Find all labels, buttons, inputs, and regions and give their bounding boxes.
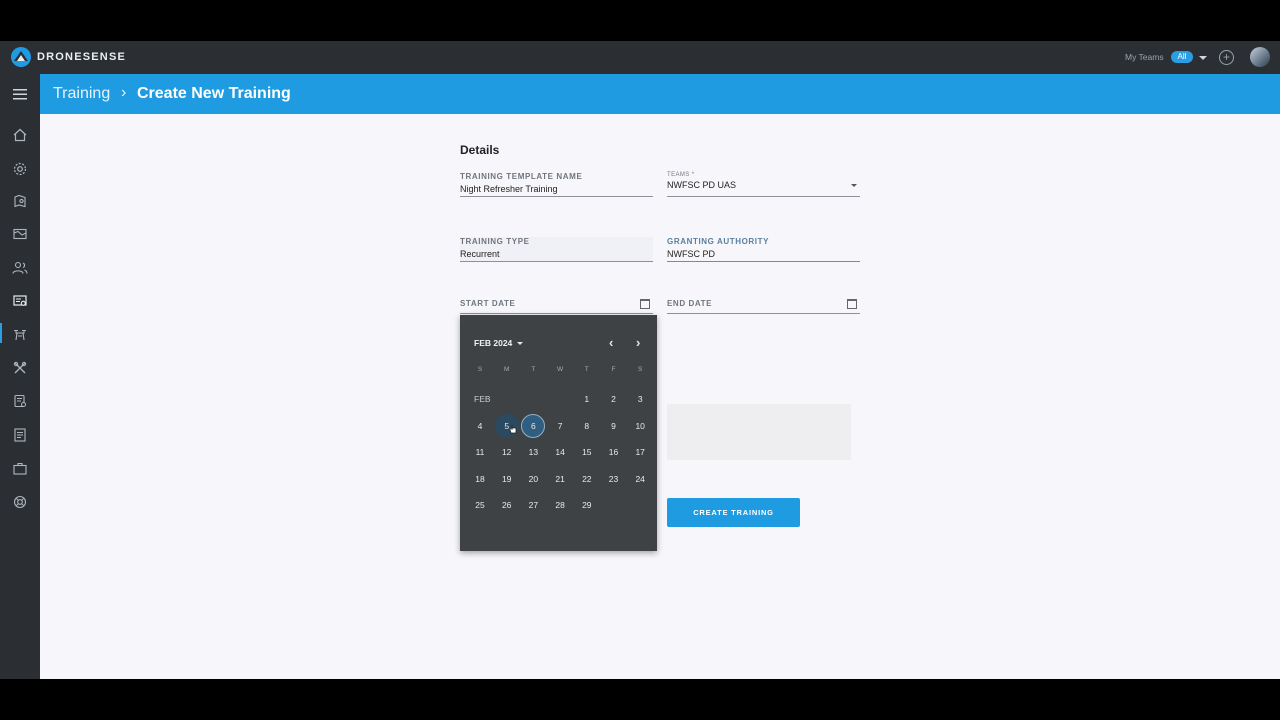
calendar-day[interactable]: 21 xyxy=(548,467,572,491)
weekday-header: W xyxy=(557,366,564,373)
hand-cursor-icon xyxy=(509,425,517,434)
calendar-day[interactable]: 23 xyxy=(602,467,626,491)
granting-authority-label: GRANTING AUTHORITY xyxy=(667,237,770,246)
document-icon[interactable] xyxy=(10,425,30,445)
sidebar xyxy=(0,74,40,679)
granting-authority-field[interactable]: GRANTING AUTHORITY NWFSC PD xyxy=(667,237,860,262)
app-name: DRONESENSE xyxy=(37,51,127,63)
page-header: Training › Create New Training xyxy=(40,74,1280,114)
create-training-button[interactable]: CREATE TRAINING xyxy=(667,498,800,527)
end-date-field[interactable]: END DATE xyxy=(667,299,860,314)
granting-authority-input[interactable]: NWFSC PD xyxy=(667,249,860,259)
calendar-day[interactable]: 12 xyxy=(495,440,519,464)
calendar-day[interactable]: 22 xyxy=(575,467,599,491)
teams-filter-badge[interactable]: All xyxy=(1171,51,1193,63)
weekday-header: S xyxy=(477,366,483,373)
calendar-icon[interactable] xyxy=(640,299,650,309)
calendar-day[interactable]: 17 xyxy=(628,440,652,464)
section-title: Details xyxy=(460,143,500,157)
teams-label: TEAMS * xyxy=(667,172,695,178)
teams-value[interactable]: NWFSC PD UAS xyxy=(667,180,860,190)
teams-select[interactable]: TEAMS * NWFSC PD UAS xyxy=(667,172,860,197)
date-picker: FEB 2024 ‹ › FEB S M T W T F S 1 2 3 4 5 6 7 8 9 10 11 12 1… xyxy=(460,315,657,551)
start-date-field[interactable]: START DATE xyxy=(460,299,653,314)
calendar-day[interactable]: 9 xyxy=(602,414,626,438)
training-type-select[interactable]: TRAINING TYPE Recurrent xyxy=(460,237,653,262)
template-name-field[interactable]: TRAINING TEMPLATE NAME Night Refresher T… xyxy=(460,172,653,197)
calendar-day[interactable]: 4 xyxy=(468,414,492,438)
start-date-label: START DATE xyxy=(460,299,516,308)
calendar-day[interactable]: 25 xyxy=(468,493,492,517)
badge-icon[interactable] xyxy=(10,391,30,411)
training-type-label: TRAINING TYPE xyxy=(460,237,530,246)
calendar-day[interactable]: 14 xyxy=(548,440,572,464)
calendar-day[interactable]: 3 xyxy=(628,387,652,411)
home-icon[interactable] xyxy=(10,125,30,145)
chevron-right-icon: › xyxy=(121,84,127,101)
tools-icon[interactable] xyxy=(10,358,30,378)
chevron-left-icon[interactable]: ‹ xyxy=(609,335,613,350)
calendar-day[interactable]: 1 xyxy=(575,387,599,411)
avatar[interactable] xyxy=(1250,47,1270,67)
template-name-label: TRAINING TEMPLATE NAME xyxy=(460,172,583,181)
app-window: DRONESENSE My Teams All + Training › Cre… xyxy=(0,41,1280,679)
create-training-form: Details TRAINING TEMPLATE NAME Night Ref… xyxy=(40,114,1280,679)
training-certificate-icon[interactable] xyxy=(10,291,30,311)
calendar-day[interactable]: 20 xyxy=(521,467,545,491)
chevron-right-icon[interactable]: › xyxy=(636,335,640,350)
briefcase-icon[interactable] xyxy=(10,458,30,478)
weekday-header: F xyxy=(611,366,616,373)
chevron-down-icon[interactable] xyxy=(851,184,857,187)
menu-icon[interactable] xyxy=(10,84,30,104)
training-type-value[interactable]: Recurrent xyxy=(460,249,653,259)
active-indicator xyxy=(0,323,2,343)
end-date-label: END DATE xyxy=(667,299,713,308)
add-icon[interactable]: + xyxy=(1219,50,1234,65)
calendar-day[interactable]: 16 xyxy=(602,440,626,464)
month-row-label: FEB xyxy=(474,394,491,404)
my-teams-label: My Teams xyxy=(1125,52,1164,62)
calendar-day[interactable]: 26 xyxy=(495,493,519,517)
calendar-day[interactable]: 19 xyxy=(495,467,519,491)
calendar-day[interactable]: 13 xyxy=(521,440,545,464)
calendar-day[interactable]: 15 xyxy=(575,440,599,464)
weekday-header: M xyxy=(503,366,510,373)
top-bar: DRONESENSE My Teams All + xyxy=(0,41,1280,74)
weekday-header: T xyxy=(584,366,589,373)
people-icon[interactable] xyxy=(10,258,30,278)
calendar-day[interactable]: 10 xyxy=(628,414,652,438)
drone-icon[interactable] xyxy=(10,325,30,345)
chevron-down-icon[interactable] xyxy=(1199,56,1207,60)
calendar-day[interactable]: 27 xyxy=(521,493,545,517)
calendar-day[interactable]: 8 xyxy=(575,414,599,438)
weekday-header: S xyxy=(638,366,643,373)
calendar-day[interactable]: 2 xyxy=(602,387,626,411)
calendar-icon[interactable] xyxy=(847,299,857,309)
calendar-day[interactable]: 24 xyxy=(628,467,652,491)
template-name-input[interactable]: Night Refresher Training xyxy=(460,184,653,194)
app-logo[interactable]: DRONESENSE xyxy=(10,46,126,68)
month-year-selector[interactable]: FEB 2024 xyxy=(474,338,512,348)
text-area-field[interactable] xyxy=(667,404,851,460)
chevron-down-icon[interactable] xyxy=(517,342,523,345)
calendar-day[interactable]: 6 xyxy=(521,413,546,438)
breadcrumb-training-link[interactable]: Training xyxy=(53,85,110,103)
calendar-day[interactable]: 29 xyxy=(575,493,599,517)
page-title: Create New Training xyxy=(137,85,291,102)
support-icon[interactable] xyxy=(10,492,30,512)
settings-gear-icon[interactable] xyxy=(10,159,30,179)
calendar-day[interactable]: 7 xyxy=(548,414,572,438)
map-pin-icon[interactable] xyxy=(10,191,30,211)
dronesense-logo-icon xyxy=(11,47,31,67)
map-icon[interactable] xyxy=(10,224,30,244)
calendar-day[interactable]: 11 xyxy=(468,440,492,464)
calendar-day[interactable]: 18 xyxy=(468,467,492,491)
weekday-header: T xyxy=(531,366,536,373)
calendar-day[interactable]: 28 xyxy=(548,493,572,517)
